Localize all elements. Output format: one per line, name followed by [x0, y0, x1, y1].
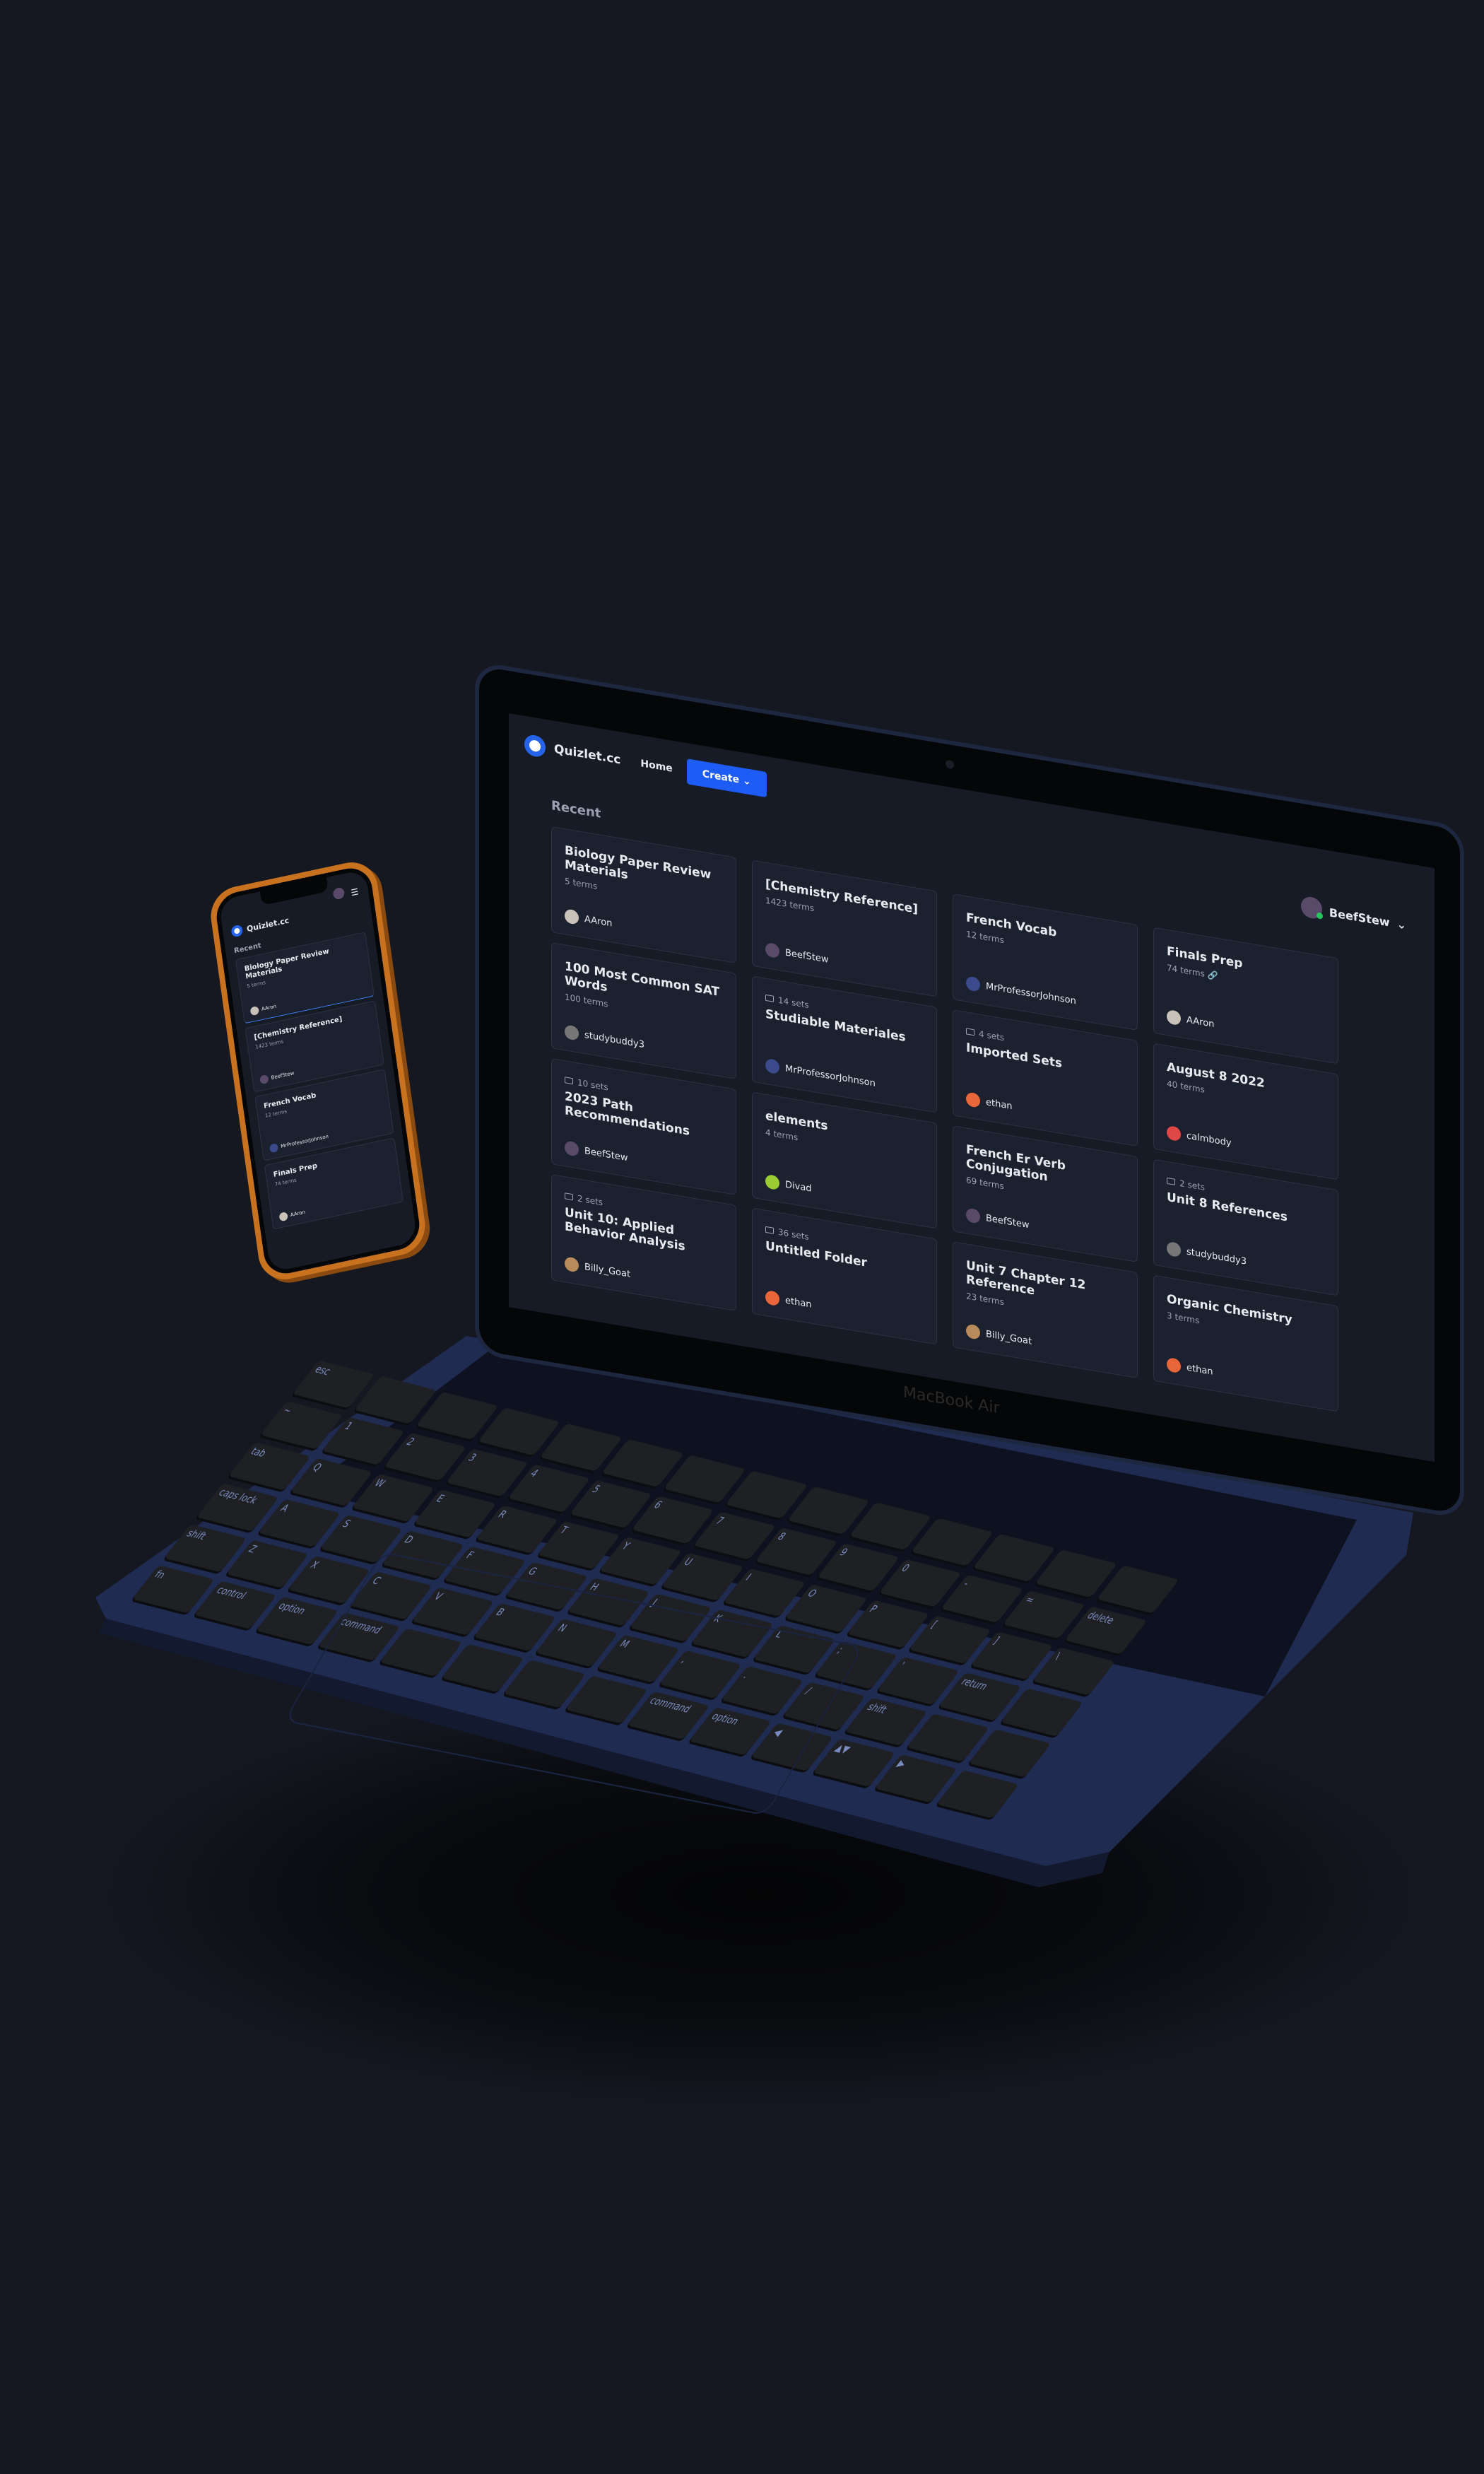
avatar[interactable] [332, 886, 346, 901]
card-owner[interactable]: calmbody [1167, 1125, 1232, 1150]
user-name: BeefStew [1329, 905, 1390, 930]
avatar [765, 1289, 779, 1307]
set-card[interactable]: [Chemistry Reference] 1423 terms BeefStew [752, 860, 937, 997]
card-owner[interactable]: MrProfessorJohnson [765, 1057, 876, 1091]
avatar [565, 1140, 579, 1157]
set-card[interactable]: 100 Most Common SAT Words 100 terms studyb… [551, 942, 736, 1079]
folder-icon [565, 1192, 573, 1201]
avatar [765, 942, 779, 959]
set-card[interactable]: 10 sets 2023 Path Recommendations BeefStew [551, 1058, 736, 1195]
laptop-screen: Quizlet.cc Home Create ⌄ BeefStew ⌄ Rece… [509, 713, 1435, 1462]
avatar [1167, 1356, 1181, 1374]
card-owner[interactable]: Billy_Goat [565, 1256, 630, 1282]
avatar [1300, 895, 1323, 923]
create-label: Create [702, 768, 740, 786]
folder-icon [765, 994, 774, 1002]
card-owner[interactable]: BeefStew [565, 1140, 628, 1165]
card-owner[interactable]: AAron [278, 1208, 306, 1222]
avatar [966, 975, 980, 992]
card-owner[interactable]: Divad [765, 1173, 812, 1196]
set-card[interactable]: 2 sets Unit 8 References studybuddy3 [1153, 1159, 1338, 1296]
card-owner[interactable]: studybuddy3 [1167, 1241, 1247, 1269]
set-card[interactable]: 2 sets Unit 10: Applied Behavior Analysis… [551, 1174, 736, 1311]
menu-icon[interactable]: ☰ [351, 886, 360, 898]
laptop-label: MacBook Air [903, 1383, 1000, 1418]
card-owner[interactable]: AAron [249, 1002, 277, 1016]
set-card[interactable]: Biology Paper Review Materials 5 terms AAr… [551, 826, 736, 963]
avatar [1167, 1125, 1181, 1142]
avatar [249, 1005, 260, 1016]
set-card[interactable]: 14 sets Studiable Materiales MrProfessorJo… [752, 975, 937, 1113]
set-card[interactable]: August 8 2022 40 terms calmbody [1153, 1043, 1338, 1180]
card-owner[interactable]: AAron [565, 908, 612, 930]
create-button[interactable]: Create ⌄ [686, 758, 767, 798]
chevron-down-icon: ⌄ [742, 775, 751, 788]
set-card[interactable]: elements 4 terms Divad [752, 1091, 937, 1229]
avatar [1167, 1241, 1181, 1258]
set-card[interactable]: French Vocab 12 terms MrProfessorJohnson [953, 893, 1138, 1031]
set-card[interactable]: 36 sets Untitled Folder ethan [752, 1207, 937, 1345]
folder-icon [765, 1226, 774, 1234]
card-owner[interactable]: ethan [966, 1091, 1013, 1113]
chevron-down-icon: ⌄ [1396, 916, 1406, 932]
phone-notch [259, 877, 329, 905]
nav-home[interactable]: Home [640, 758, 672, 775]
avatar [966, 1323, 980, 1340]
quizlet-logo-icon[interactable] [524, 733, 546, 758]
folder-icon [1167, 1177, 1175, 1185]
avatar [966, 1091, 980, 1108]
card-owner[interactable]: ethan [765, 1289, 812, 1312]
brand-name[interactable]: Quizlet.cc [246, 915, 290, 934]
avatar [765, 1173, 779, 1191]
link-icon[interactable]: 🔗 [1208, 969, 1218, 981]
brand-name[interactable]: Quizlet.cc [554, 742, 620, 768]
card-owner[interactable]: Billy_Goat [966, 1323, 1032, 1349]
avatar [966, 1207, 980, 1224]
recent-grid: Biology Paper Review Materials 5 terms AAr… [551, 826, 1338, 1412]
avatar [565, 1024, 579, 1041]
card-owner[interactable]: BeefStew [259, 1069, 295, 1085]
avatar [259, 1074, 269, 1085]
card-owner[interactable]: studybuddy3 [565, 1024, 644, 1052]
phone-card-list: Biology Paper Review Materials 5 terms AAr… [235, 932, 404, 1230]
card-owner[interactable]: MrProfessorJohnson [269, 1132, 329, 1154]
avatar [269, 1142, 279, 1154]
section-title-recent: Recent [551, 798, 601, 821]
avatar [1167, 1009, 1181, 1026]
card-owner[interactable]: BeefStew [765, 942, 828, 967]
set-card[interactable]: 4 sets Imported Sets ethan [953, 1009, 1138, 1147]
set-card[interactable]: Organic Chemistry 3 terms ethan [1153, 1274, 1338, 1412]
quizlet-logo-icon[interactable] [230, 924, 244, 938]
set-card[interactable]: French Er Verb Conjugation 69 terms BeefSt… [953, 1125, 1138, 1262]
card-owner[interactable]: BeefStew [966, 1207, 1029, 1232]
avatar [765, 1057, 779, 1075]
card-owner[interactable]: AAron [1167, 1009, 1214, 1031]
avatar [278, 1211, 288, 1222]
folder-icon [966, 1028, 974, 1036]
set-card[interactable]: Finals Prep 74 terms 🔗 AAron [1153, 927, 1338, 1065]
avatar [565, 1256, 579, 1273]
card-owner[interactable]: ethan [1167, 1356, 1213, 1379]
card-owner[interactable]: MrProfessorJohnson [966, 975, 1076, 1008]
set-card[interactable]: Unit 7 Chapter 12 Reference 23 terms Billy… [953, 1241, 1138, 1378]
avatar [565, 908, 579, 925]
online-status-dot [1316, 912, 1323, 920]
folder-icon [565, 1077, 573, 1085]
camera-icon [946, 759, 954, 770]
